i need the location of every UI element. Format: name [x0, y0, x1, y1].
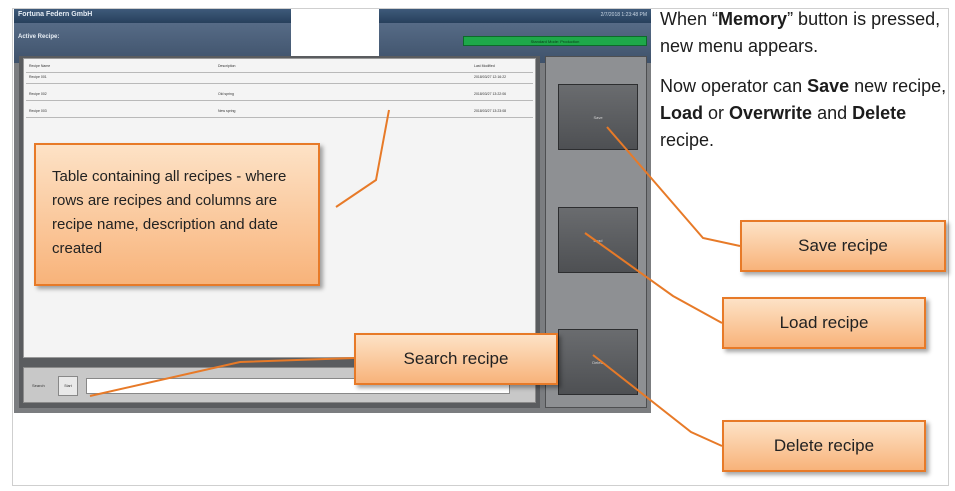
note-paragraph-2: Now operator can Save new recipe, Load o…: [660, 76, 947, 150]
explanation-text: When “Memory” button is pressed, new men…: [660, 6, 950, 167]
connector-table: [335, 109, 390, 208]
connector-search: [89, 357, 355, 397]
note-paragraph-1: When “Memory” button is pressed, new men…: [660, 9, 941, 56]
callout-delete: Delete recipe: [722, 420, 926, 472]
callout-load: Load recipe: [722, 297, 926, 349]
callout-save: Save recipe: [740, 220, 946, 272]
connector-delete: [592, 354, 723, 447]
connector-load: [584, 232, 723, 324]
callout-search: Search recipe: [354, 333, 558, 385]
callout-table: Table containing all recipes - where row…: [34, 143, 320, 286]
